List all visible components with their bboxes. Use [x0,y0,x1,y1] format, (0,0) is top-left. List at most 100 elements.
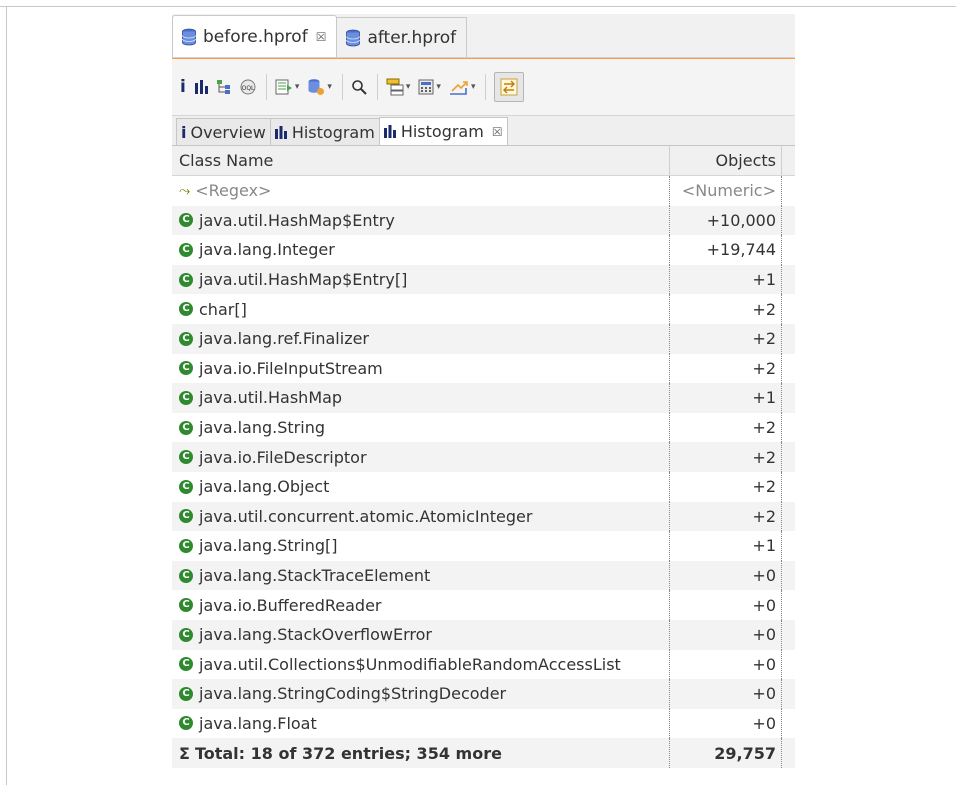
table-header: Class Name Objects [172,146,795,176]
table-row[interactable]: Cchar[] +2 [172,294,795,324]
search-icon [352,80,367,95]
class-icon: C [179,509,193,524]
editor-tab-bar: before.hprof ☒ after.hprof [172,14,795,58]
table-row[interactable]: Cjava.lang.String[] +1 [172,531,795,561]
class-name: java.lang.ref.Finalizer [199,329,370,349]
class-name: java.util.Collections$UnmodifiableRandom… [199,654,621,674]
export-button[interactable]: ▾ [449,72,476,102]
class-name-cell: Cjava.io.BufferedReader [172,590,670,620]
objects-cell: +2 [670,501,782,532]
toolbar-separator [376,74,378,100]
toolbar-separator [485,74,487,100]
memory-analyzer-window: before.hprof ☒ after.hprof i OQL ▾ ▾ ▾ ▾… [172,14,795,785]
heap-dump-actions-button[interactable]: ▾ [307,72,332,102]
thread-overview-button[interactable]: ▾ [275,72,300,102]
histogram-button[interactable] [194,72,208,102]
tab-label: Overview [190,122,266,142]
objects-cell: +2 [670,412,782,443]
search-button[interactable] [351,72,367,102]
table-row[interactable]: Cjava.util.HashMap$Entry[] +1 [172,264,795,295]
compare-to-baseline-toggle[interactable] [494,72,525,102]
class-name: java.util.HashMap$Entry [199,210,395,230]
class-name: char[] [199,299,247,319]
table-row[interactable]: Cjava.lang.Object +2 [172,471,795,502]
class-name-cell: Cjava.io.FileDescriptor [172,442,670,472]
objects-cell: +2 [670,353,782,384]
tab-histogram-compare[interactable]: Histogram ☒ [378,117,508,145]
dominator-tree-icon [216,80,230,94]
objects-cell: +0 [670,560,782,591]
column-header-class-name[interactable]: Class Name [172,146,670,175]
class-name: java.lang.String[] [199,536,338,556]
class-icon: C [179,686,193,701]
overview-button[interactable]: i [180,72,186,102]
objects-cell: +0 [670,590,782,620]
filter-row: ⤳ <Regex> <Numeric> [172,176,795,206]
class-name-filter[interactable]: ⤳ <Regex> [172,176,670,206]
histogram-icon [383,125,396,138]
class-name-filter-input[interactable]: <Regex> [195,181,271,200]
table-row[interactable]: Cjava.util.concurrent.atomic.AtomicInteg… [172,501,795,532]
close-icon[interactable]: ☒ [316,30,327,44]
class-name: java.lang.Float [199,713,317,733]
table-row[interactable]: Cjava.lang.ref.Finalizer +2 [172,323,795,354]
table-row[interactable]: Cjava.lang.Integer +19,744 [172,235,795,265]
table-row[interactable]: Cjava.util.Collections$UnmodifiableRando… [172,649,795,680]
histogram-table: Class Name Objects ⤳ <Regex> <Numeric> C… [172,146,795,768]
editor-tab-after-hprof[interactable]: after.hprof [336,17,468,57]
group-by-button[interactable]: ▾ [386,72,410,102]
class-name-cell: Cjava.util.concurrent.atomic.AtomicInteg… [172,501,670,532]
tab-label: Histogram [291,122,375,142]
class-name-cell: Cjava.lang.Float [172,708,670,739]
close-icon[interactable]: ☒ [492,125,503,139]
chevron-down-icon: ▾ [294,82,300,92]
table-row[interactable]: Cjava.util.HashMap$Entry +10,000 [172,205,795,236]
table-row[interactable]: Cjava.util.HashMap +1 [172,383,795,413]
editor-tab-label: after.hprof [367,27,457,48]
class-name-cell: Cjava.util.HashMap$Entry [172,205,670,236]
info-icon: i [180,77,186,97]
class-icon: C [179,420,193,435]
table-row[interactable]: Cjava.lang.StringCoding$StringDecoder +0 [172,679,795,709]
chevron-down-icon: ▾ [470,82,476,92]
class-icon: C [179,627,193,642]
class-name: java.util.concurrent.atomic.AtomicIntege… [199,506,533,526]
table-row[interactable]: Cjava.lang.Float +0 [172,708,795,739]
tab-overview[interactable]: i Overview [176,118,271,145]
table-row[interactable]: Cjava.lang.String +2 [172,412,795,443]
objects-cell: +2 [670,471,782,502]
editor-tab-label: before.hprof [203,26,308,47]
class-icon: C [179,272,193,287]
filter-icon: ⤳ [179,182,191,199]
table-row[interactable]: Cjava.io.FileInputStream +2 [172,353,795,384]
table-row[interactable]: Cjava.io.FileDescriptor +2 [172,442,795,472]
heap-dump-icon [346,29,361,46]
oql-button[interactable]: OQL [240,72,256,102]
dominator-tree-button[interactable] [216,72,232,102]
class-name-cell: Cjava.lang.Integer [172,235,670,265]
class-icon: C [179,538,193,553]
heap-dump-icon [182,28,196,45]
table-row[interactable]: Cjava.lang.StackTraceElement +0 [172,560,795,591]
class-icon: C [179,598,193,613]
class-name-cell: Cjava.lang.ref.Finalizer [172,323,670,354]
toolbar-separator [341,74,343,100]
objects-cell: +0 [670,619,782,650]
table-row[interactable]: Cjava.lang.StackOverflowError +0 [172,619,795,650]
editor-tab-before-hprof[interactable]: before.hprof ☒ [172,15,338,57]
table-row[interactable]: Cjava.io.BufferedReader +0 [172,590,795,620]
compare-icon [500,78,518,96]
class-name: java.util.HashMap$Entry[] [199,270,408,290]
column-header-objects[interactable]: Objects [670,146,782,175]
objects-cell: +0 [670,649,782,680]
total-row[interactable]: Σ Total: 18 of 372 entries; 354 more 29,… [172,738,795,768]
class-icon: C [179,390,193,405]
calculate-retained-button[interactable]: ▾ [418,72,441,102]
tab-histogram[interactable]: Histogram [269,118,380,145]
class-icon: C [179,657,193,672]
objects-filter-input[interactable]: <Numeric> [670,176,782,206]
table-body: Cjava.util.HashMap$Entry +10,000 Cjava.lan… [172,205,795,739]
class-icon: C [179,213,193,228]
histogram-icon [274,125,287,139]
class-name-cell: Cjava.util.Collections$UnmodifiableRando… [172,649,670,680]
